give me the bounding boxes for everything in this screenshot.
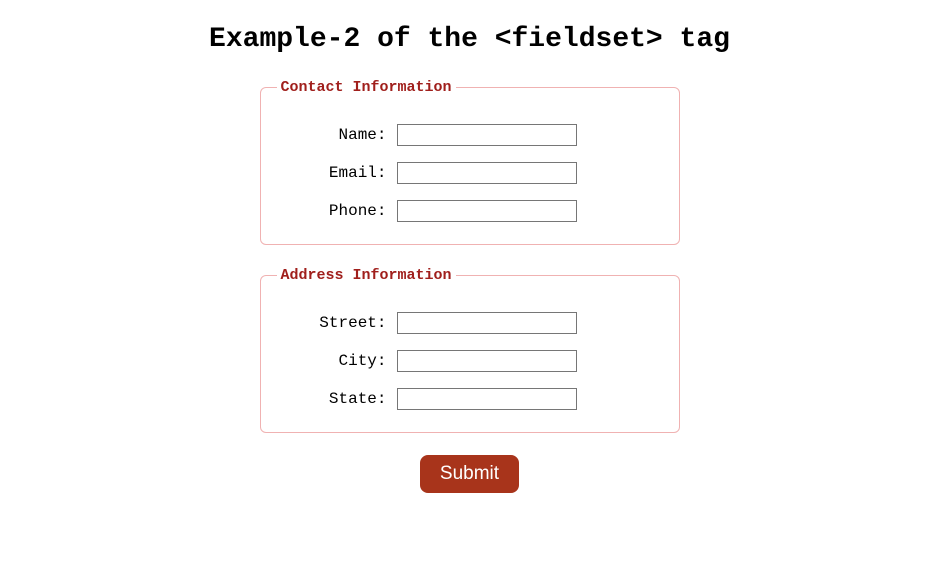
form-row: Name:: [277, 124, 663, 146]
street-field[interactable]: [397, 312, 577, 334]
form-row: Phone:: [277, 200, 663, 222]
state-label: State:: [277, 390, 397, 408]
submit-button[interactable]: Submit: [420, 455, 519, 493]
page-heading: Example-2 of the <fieldset> tag: [16, 24, 923, 55]
phone-field[interactable]: [397, 200, 577, 222]
form-row: Street:: [277, 312, 663, 334]
state-field[interactable]: [397, 388, 577, 410]
phone-label: Phone:: [277, 202, 397, 220]
name-field[interactable]: [397, 124, 577, 146]
email-field[interactable]: [397, 162, 577, 184]
city-label: City:: [277, 352, 397, 370]
address-information-legend: Address Information: [277, 267, 456, 284]
address-information-fieldset: Address Information Street: City: State:: [260, 267, 680, 433]
form-row: City:: [277, 350, 663, 372]
contact-information-legend: Contact Information: [277, 79, 456, 96]
name-label: Name:: [277, 126, 397, 144]
email-label: Email:: [277, 164, 397, 182]
form-row: Email:: [277, 162, 663, 184]
contact-information-fieldset: Contact Information Name: Email: Phone:: [260, 79, 680, 245]
street-label: Street:: [277, 314, 397, 332]
form-row: State:: [277, 388, 663, 410]
city-field[interactable]: [397, 350, 577, 372]
